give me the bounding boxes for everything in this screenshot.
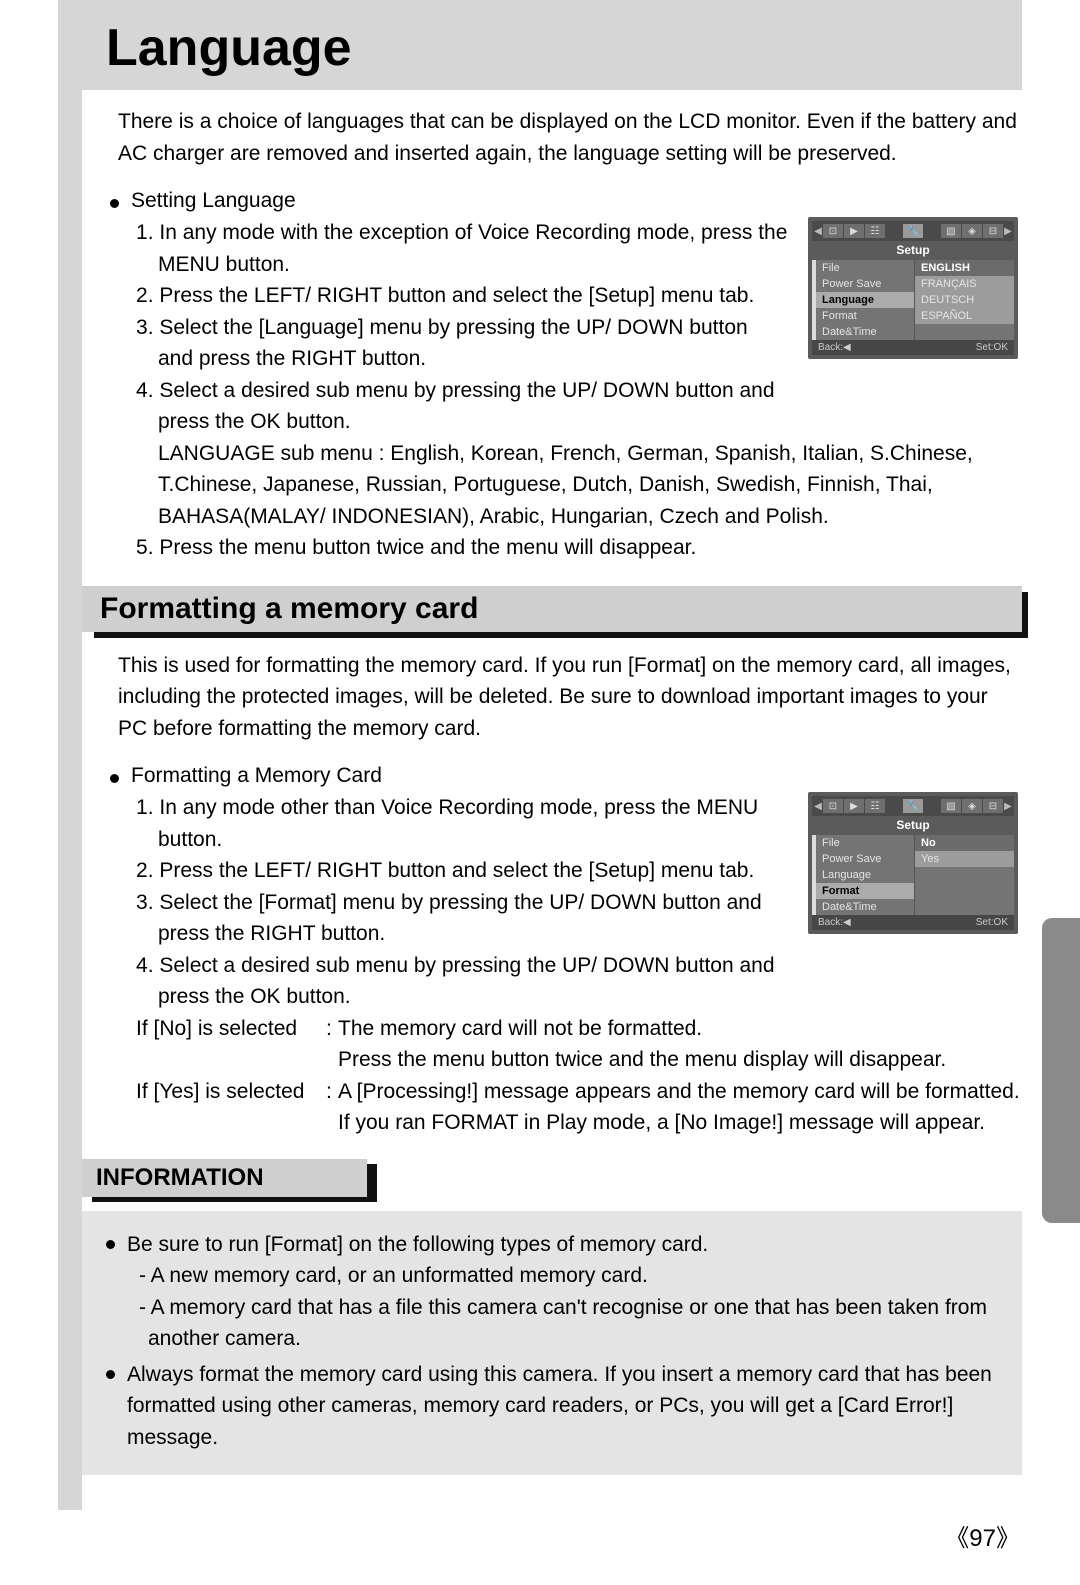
section2-heading: Formatting a memory card <box>82 586 1022 632</box>
bullet-icon <box>110 774 119 783</box>
bullet-icon <box>106 1370 115 1379</box>
value-item <box>915 883 1014 899</box>
section1-bullet: Setting Language <box>131 189 296 213</box>
tab-icon: ⊟ <box>983 799 1003 813</box>
intro-text: There is a choice of languages that can … <box>118 106 1022 169</box>
tab-icon: ☷ <box>865 224 885 238</box>
info-bullet-1: Be sure to run [Format] on the following… <box>127 1229 998 1261</box>
menu-item: Power Save <box>816 276 914 292</box>
lcd-title: Setup <box>812 816 1014 835</box>
info-box: Be sure to run [Format] on the following… <box>82 1211 1022 1476</box>
tab-icon: ⊡ <box>823 799 843 813</box>
tab-icon: ◈ <box>962 799 982 813</box>
lcd-language-menu: ◀ ⊡ ▶ ☷ 🔧 ▧ ◈ ⊟ ▶ Setup <box>808 217 1018 359</box>
value-item <box>915 867 1014 883</box>
tab-icon: ☷ <box>865 799 885 813</box>
colon: : <box>326 1076 338 1139</box>
value-item <box>915 324 1014 340</box>
set-hint: Set:OK <box>976 917 1008 928</box>
step: Press the menu button twice and the menu… <box>136 532 1022 564</box>
tab-icon: ▧ <box>941 224 961 238</box>
value-item: ESPAÑOL <box>915 308 1014 324</box>
value-item: FRANÇAIS <box>915 276 1014 292</box>
tab-icon: ▧ <box>941 799 961 813</box>
step: Select a desired sub menu by pressing th… <box>136 375 788 438</box>
yes-result: A [Processing!] message appears and the … <box>338 1076 1022 1139</box>
yes-label: If [Yes] is selected <box>136 1076 326 1139</box>
tab-icon: ▶ <box>844 799 864 813</box>
wrench-icon: 🔧 <box>903 799 923 813</box>
info-bullet-1b: - A memory card that has a file this cam… <box>148 1292 998 1355</box>
menu-item: Format <box>816 308 914 324</box>
step: Press the LEFT/ RIGHT button and select … <box>136 855 788 887</box>
section2-bullet: Formatting a Memory Card <box>131 764 382 788</box>
tab-icon: ▶ <box>844 224 864 238</box>
arrow-right-icon: ▶ <box>1004 224 1012 238</box>
menu-item: Date&Time <box>816 324 914 340</box>
tab-icon: ⊡ <box>823 224 843 238</box>
page-title: Language <box>106 18 1022 78</box>
menu-item: Power Save <box>816 851 914 867</box>
arrow-left-icon: ◀ <box>814 224 822 238</box>
lcd-tab-bar: ◀ ⊡ ▶ ☷ 🔧 ▧ ◈ ⊟ ▶ <box>812 221 1014 241</box>
menu-item: File <box>816 260 914 276</box>
step: Select a desired sub menu by pressing th… <box>136 950 788 1013</box>
arrow-right-icon: ▶ <box>1004 799 1012 813</box>
back-hint: Back:◀ <box>818 342 851 353</box>
language-submenu-note: LANGUAGE sub menu : English, Korean, Fre… <box>158 438 1022 533</box>
value-item-selected: No <box>915 835 1014 851</box>
no-label: If [No] is selected <box>136 1013 326 1045</box>
no-result-2: Press the menu button twice and the menu… <box>136 1044 1022 1076</box>
side-tab <box>1042 918 1080 1223</box>
menu-item: Language <box>816 867 914 883</box>
value-item-selected: ENGLISH <box>915 260 1014 276</box>
menu-item: File <box>816 835 914 851</box>
step: Select the [Language] menu by pressing t… <box>136 312 788 375</box>
bullet-icon <box>110 199 119 208</box>
no-result: The memory card will not be formatted. <box>338 1013 1022 1045</box>
lcd-tab-bar: ◀ ⊡ ▶ ☷ 🔧 ▧ ◈ ⊟ ▶ <box>812 796 1014 816</box>
value-item <box>915 899 1014 915</box>
value-item: Yes <box>915 851 1014 867</box>
left-band <box>58 0 82 1510</box>
tab-icon: ⊟ <box>983 224 1003 238</box>
step: Select the [Format] menu by pressing the… <box>136 887 788 950</box>
section2-steps: In any mode other than Voice Recording m… <box>136 792 788 1013</box>
arrow-left-icon: ◀ <box>814 799 822 813</box>
page-number: 《97》 <box>945 1518 1020 1553</box>
menu-item: Date&Time <box>816 899 914 915</box>
colon: : <box>326 1013 338 1045</box>
set-hint: Set:OK <box>976 342 1008 353</box>
wrench-icon: 🔧 <box>903 224 923 238</box>
menu-item-selected: Language <box>816 292 914 308</box>
tab-icon: ◈ <box>962 224 982 238</box>
value-item: DEUTSCH <box>915 292 1014 308</box>
menu-item-selected: Format <box>816 883 914 899</box>
section2-intro: This is used for formatting the memory c… <box>118 650 1022 745</box>
info-bullet-1a: - A new memory card, or an unformatted m… <box>148 1260 998 1292</box>
lcd-format-menu: ◀ ⊡ ▶ ☷ 🔧 ▧ ◈ ⊟ ▶ Setup <box>808 792 1018 934</box>
bullet-icon <box>106 1240 115 1249</box>
info-heading: INFORMATION <box>82 1159 367 1197</box>
info-bullet-2: Always format the memory card using this… <box>127 1359 998 1454</box>
step: In any mode other than Voice Recording m… <box>136 792 788 855</box>
back-hint: Back:◀ <box>818 917 851 928</box>
section1-steps: In any mode with the exception of Voice … <box>136 217 788 438</box>
step: Press the LEFT/ RIGHT button and select … <box>136 280 788 312</box>
lcd-title: Setup <box>812 241 1014 260</box>
step: In any mode with the exception of Voice … <box>136 217 788 280</box>
